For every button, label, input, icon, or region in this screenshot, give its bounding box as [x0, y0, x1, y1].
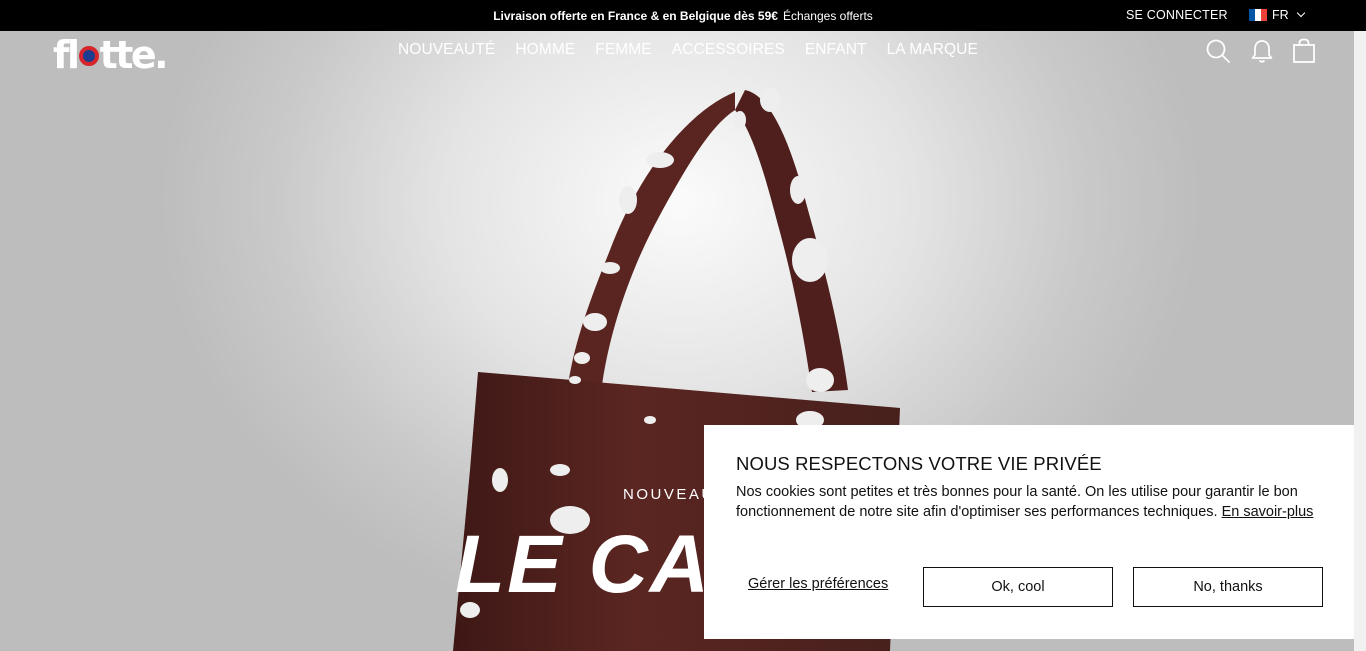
- search-icon[interactable]: [1205, 38, 1231, 64]
- announcement-bold: Livraison offerte en France & en Belgiqu…: [493, 8, 778, 23]
- announcement-bar: Livraison offerte en France & en Belgiqu…: [0, 0, 1366, 31]
- nav-item-la-marque[interactable]: LA MARQUE: [887, 41, 978, 59]
- announcement-regular: Échanges offerts: [782, 8, 873, 23]
- france-flag-icon: [1249, 9, 1267, 21]
- nav-item-femme[interactable]: FEMME: [595, 41, 651, 59]
- language-code: FR: [1272, 8, 1289, 22]
- chevron-down-icon: [1296, 8, 1305, 18]
- cookie-title: NOUS RESPECTONS VOTRE VIE PRIVÉE: [736, 453, 1102, 474]
- logo-text-end: tte.: [99, 33, 169, 77]
- nav-item-enfant[interactable]: ENFANT: [805, 41, 867, 59]
- logo-drop-icon: [78, 46, 99, 66]
- cookie-learn-more-link[interactable]: En savoir-plus: [1222, 504, 1314, 520]
- bag-icon[interactable]: [1291, 38, 1317, 64]
- cookie-body: Nos cookies sont petites et très bonnes …: [736, 484, 1298, 520]
- cookie-banner: NOUS RESPECTONS VOTRE VIE PRIVÉE Nos coo…: [704, 425, 1354, 639]
- nav-item-accessoires[interactable]: ACCESSOIRES: [672, 41, 785, 59]
- manage-preferences-link[interactable]: Gérer les préférences: [748, 576, 888, 592]
- cookie-text: Nos cookies sont petites et très bonnes …: [736, 482, 1326, 522]
- accept-cookies-button[interactable]: Ok, cool: [923, 567, 1113, 607]
- logo-text-start: fl: [53, 33, 80, 77]
- main-nav: NOUVEAUTÉ HOMME FEMME ACCESSOIRES ENFANT…: [398, 41, 978, 59]
- brand-logo[interactable]: fl tte.: [53, 33, 169, 77]
- decline-cookies-button[interactable]: No, thanks: [1133, 567, 1323, 607]
- page-scrollbar[interactable]: [1354, 31, 1366, 651]
- nav-item-homme[interactable]: HOMME: [515, 41, 575, 59]
- login-link[interactable]: SE CONNECTER: [1126, 8, 1228, 22]
- nav-item-nouveaute[interactable]: NOUVEAUTÉ: [398, 41, 495, 59]
- language-selector[interactable]: FR: [1249, 8, 1305, 22]
- bell-icon[interactable]: [1249, 38, 1275, 64]
